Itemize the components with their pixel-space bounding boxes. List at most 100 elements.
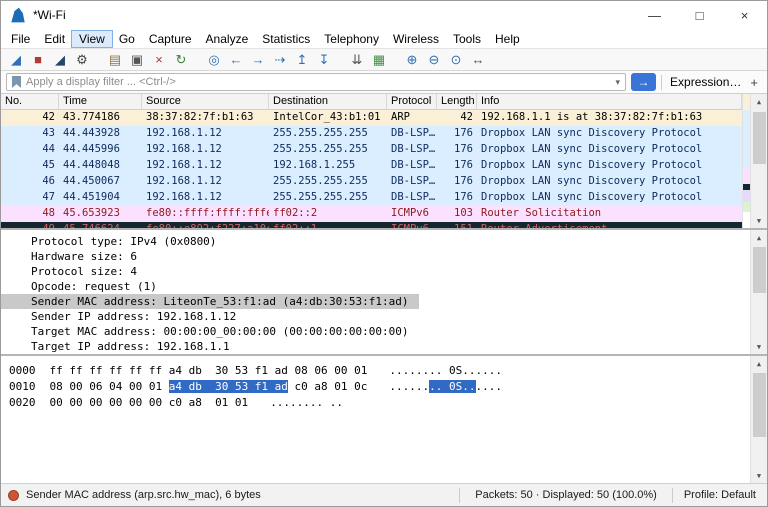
auto-scroll-icon[interactable]: ⇊ xyxy=(346,50,368,70)
menu-analyze[interactable]: Analyze xyxy=(199,31,256,47)
packet-row-49[interactable]: 49 45.746624 fe80::e892:f227:a10c ff02::… xyxy=(1,222,742,228)
menu-telephony[interactable]: Telephony xyxy=(317,31,386,47)
detail-line-sender-mac[interactable]: Sender MAC address: LiteonTe_53:f1:ad (a… xyxy=(1,294,419,309)
menu-tools[interactable]: Tools xyxy=(446,31,488,47)
column-header-info[interactable]: Info xyxy=(477,94,742,109)
hex-row-0010[interactable]: 001008 00 06 04 00 01 a4 db 30 53 f1 ad … xyxy=(9,379,750,395)
close-file-icon[interactable]: × xyxy=(148,50,170,70)
filter-apply-button[interactable]: → xyxy=(631,73,656,91)
titlebar: *Wi-Fi — □ × xyxy=(1,1,767,29)
hex-scrollbar[interactable]: ▲ ▼ xyxy=(750,356,767,483)
detail-line-protocol-size[interactable]: Protocol size: 4 xyxy=(1,264,750,279)
packet-row-45[interactable]: 45 44.448048 192.168.1.12 192.168.1.255 … xyxy=(1,158,742,174)
menubar: File Edit View Go Capture Analyze Statis… xyxy=(1,29,767,48)
reload-icon[interactable]: ↻ xyxy=(170,50,192,70)
apply-arrow-icon: → xyxy=(638,75,650,89)
start-capture-icon[interactable]: ◢ xyxy=(5,50,27,70)
packet-bytes-panel: 0000ff ff ff ff ff ff a4 db 30 53 f1 ad … xyxy=(1,356,767,483)
packet-list-header: No. Time Source Destination Protocol Len… xyxy=(1,94,742,110)
scroll-track[interactable] xyxy=(751,371,767,468)
status-field-info: Sender MAC address (arp.src.hw_mac), 6 b… xyxy=(26,489,452,501)
display-filter-input[interactable]: Apply a display filter ... <Ctrl-/> ▾ xyxy=(6,73,626,91)
packet-row-46[interactable]: 46 44.450067 192.168.1.12 255.255.255.25… xyxy=(1,174,742,190)
open-file-icon[interactable]: ▤ xyxy=(104,50,126,70)
maximize-button[interactable]: □ xyxy=(677,1,722,29)
packet-list-minimap xyxy=(742,94,750,228)
packet-row-43[interactable]: 43 44.443928 192.168.1.12 255.255.255.25… xyxy=(1,126,742,142)
go-first-icon[interactable]: ↥ xyxy=(291,50,313,70)
restart-capture-icon[interactable]: ◢ xyxy=(49,50,71,70)
menu-view[interactable]: View xyxy=(72,31,112,47)
zoom-100-icon[interactable]: ⊙ xyxy=(445,50,467,70)
packet-details-tree: Protocol type: IPv4 (0x0800) Hardware si… xyxy=(1,230,750,354)
detail-line-opcode[interactable]: Opcode: request (1) xyxy=(1,279,750,294)
statusbar: Sender MAC address (arp.src.hw_mac), 6 b… xyxy=(1,483,767,506)
expert-info-icon[interactable] xyxy=(8,490,19,501)
expression-button[interactable]: Expression… xyxy=(667,75,744,89)
capture-options-icon[interactable]: ⚙ xyxy=(71,50,93,70)
menu-capture[interactable]: Capture xyxy=(142,31,199,47)
statusbar-separator xyxy=(459,488,460,503)
details-scrollbar[interactable]: ▲ ▼ xyxy=(750,230,767,354)
column-header-no[interactable]: No. xyxy=(1,94,59,109)
menu-go[interactable]: Go xyxy=(112,31,142,47)
scroll-track[interactable] xyxy=(751,109,767,213)
scroll-down-icon[interactable]: ▼ xyxy=(751,213,767,228)
menu-statistics[interactable]: Statistics xyxy=(255,31,317,47)
go-back-icon[interactable]: ← xyxy=(225,50,247,70)
window-title: *Wi-Fi xyxy=(33,8,66,22)
menu-edit[interactable]: Edit xyxy=(37,31,72,47)
colorize-icon[interactable]: ▦ xyxy=(368,50,390,70)
column-header-time[interactable]: Time xyxy=(59,94,142,109)
hex-row-0020[interactable]: 002000 00 00 00 00 00 c0 a8 01 01.......… xyxy=(9,395,750,411)
scroll-thumb[interactable] xyxy=(753,373,766,437)
scroll-thumb[interactable] xyxy=(753,112,766,164)
detail-line-protocol-type[interactable]: Protocol type: IPv4 (0x0800) xyxy=(1,234,750,249)
go-forward-icon[interactable]: → xyxy=(247,50,269,70)
filter-add-button[interactable]: + xyxy=(749,75,762,90)
packet-row-47[interactable]: 47 44.451904 192.168.1.12 255.255.255.25… xyxy=(1,190,742,206)
find-packet-icon[interactable]: ◎ xyxy=(203,50,225,70)
filter-bookmark-icon[interactable] xyxy=(12,76,21,88)
detail-line-sender-ip[interactable]: Sender IP address: 192.168.1.12 xyxy=(1,309,750,324)
column-header-length[interactable]: Length xyxy=(437,94,477,109)
filter-dropdown-icon[interactable]: ▾ xyxy=(616,77,621,88)
packet-row-48[interactable]: 48 45.653923 fe80::ffff:ffff:fffe ff02::… xyxy=(1,206,742,222)
zoom-in-icon[interactable]: ⊕ xyxy=(401,50,423,70)
scroll-track[interactable] xyxy=(751,245,767,339)
stop-capture-icon[interactable]: ■ xyxy=(27,50,49,70)
detail-line-target-ip[interactable]: Target IP address: 192.168.1.1 xyxy=(1,339,750,354)
column-header-destination[interactable]: Destination xyxy=(269,94,387,109)
packet-list-scrollbar[interactable]: ▲ ▼ xyxy=(750,94,767,228)
save-file-icon[interactable]: ▣ xyxy=(126,50,148,70)
resize-columns-icon[interactable]: ↔ xyxy=(467,50,489,70)
detail-line-hardware-size[interactable]: Hardware size: 6 xyxy=(1,249,750,264)
close-button[interactable]: × xyxy=(722,1,767,29)
filterbar-separator xyxy=(661,75,662,90)
packet-row-44[interactable]: 44 44.445996 192.168.1.12 255.255.255.25… xyxy=(1,142,742,158)
detail-line-target-mac[interactable]: Target MAC address: 00:00:00_00:00:00 (0… xyxy=(1,324,750,339)
go-to-packet-icon[interactable]: ⇢ xyxy=(269,50,291,70)
zoom-out-icon[interactable]: ⊖ xyxy=(423,50,445,70)
hex-row-0000[interactable]: 0000ff ff ff ff ff ff a4 db 30 53 f1 ad … xyxy=(9,363,750,379)
scroll-up-icon[interactable]: ▲ xyxy=(751,356,767,371)
minimize-button[interactable]: — xyxy=(632,1,677,29)
scroll-down-icon[interactable]: ▼ xyxy=(751,339,767,354)
menu-wireless[interactable]: Wireless xyxy=(386,31,446,47)
scroll-up-icon[interactable]: ▲ xyxy=(751,94,767,109)
column-header-protocol[interactable]: Protocol xyxy=(387,94,437,109)
menu-file[interactable]: File xyxy=(4,31,37,47)
packet-row-42[interactable]: 42 43.774186 38:37:82:7f:b1:63 IntelCor_… xyxy=(1,110,742,126)
packet-list: No. Time Source Destination Protocol Len… xyxy=(1,94,742,228)
packet-list-panel: No. Time Source Destination Protocol Len… xyxy=(1,94,767,230)
scroll-down-icon[interactable]: ▼ xyxy=(751,468,767,483)
menu-help[interactable]: Help xyxy=(488,31,527,47)
scroll-thumb[interactable] xyxy=(753,247,766,293)
column-header-source[interactable]: Source xyxy=(142,94,269,109)
hex-dump[interactable]: 0000ff ff ff ff ff ff a4 db 30 53 f1 ad … xyxy=(1,356,750,483)
status-profile[interactable]: Profile: Default xyxy=(680,489,760,501)
go-last-icon[interactable]: ↧ xyxy=(313,50,335,70)
wireshark-logo-icon xyxy=(10,7,26,23)
status-packet-counts: Packets: 50 · Displayed: 50 (100.0%) xyxy=(467,489,665,501)
scroll-up-icon[interactable]: ▲ xyxy=(751,230,767,245)
